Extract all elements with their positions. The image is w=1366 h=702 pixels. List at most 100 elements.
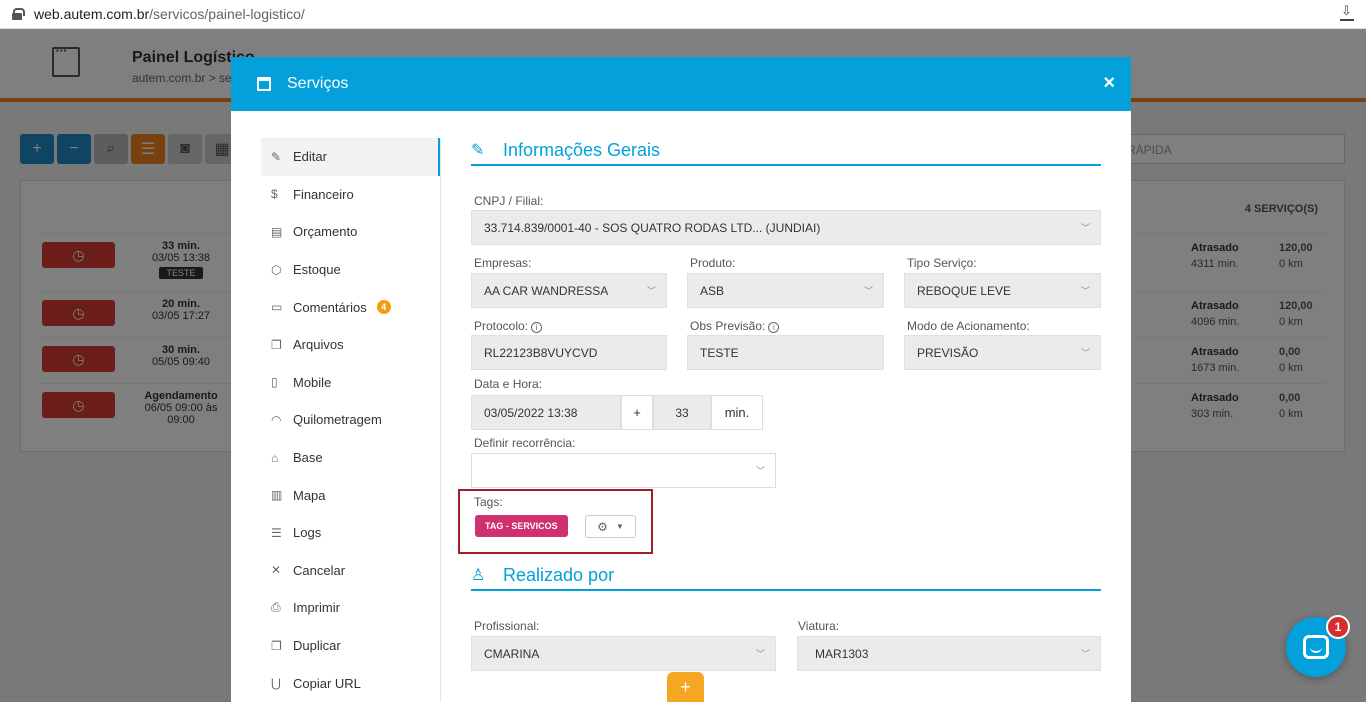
- sidebar-item-orcamento[interactable]: ▤ Orçamento: [261, 213, 441, 251]
- chevron-down-icon: ﹀: [646, 286, 656, 296]
- sidebar-item-quilometragem[interactable]: ◠ Quilometragem: [261, 401, 441, 439]
- protocolo-value: RL22123B8VUYCVD: [484, 345, 598, 360]
- sidebar-item-label: Base: [293, 450, 323, 466]
- download-icon[interactable]: [1340, 3, 1354, 21]
- url-path: /servicos/painel-logistico/: [149, 6, 305, 22]
- sidebar-item-label: Financeiro: [293, 186, 354, 202]
- cnpj-select[interactable]: 33.714.839/0001-40 - SOS QUATRO RODAS LT…: [471, 210, 1101, 245]
- sidebar-item-label: Mobile: [293, 374, 332, 390]
- gear-icon: ⚙: [597, 519, 608, 534]
- sidebar-item-mapa[interactable]: ▥ Mapa: [261, 476, 441, 514]
- mobile-icon: ▯: [271, 375, 278, 390]
- caret-down-icon: ▼: [615, 522, 624, 531]
- sidebar-item-label: Duplicar: [293, 638, 341, 654]
- list-icon: ☰: [271, 525, 282, 540]
- sidebar-item-financeiro[interactable]: $ Financeiro: [261, 176, 441, 214]
- sidebar-item-comentarios[interactable]: ▭ Comentários 4: [261, 288, 441, 326]
- lock-icon: [12, 8, 25, 20]
- tag-pill[interactable]: TAG - SERVICOS: [475, 515, 568, 537]
- produto-label: Produto:: [690, 256, 736, 270]
- sidebar-item-arquivos[interactable]: ❐ Arquivos: [261, 326, 441, 364]
- magnet-icon: ⋃: [271, 676, 281, 691]
- produto-select[interactable]: ASB ﹀: [687, 273, 884, 308]
- tipo-servico-value: REBOQUE LEVE: [917, 283, 1012, 298]
- protocolo-field[interactable]: RL22123B8VUYCVD: [471, 335, 667, 370]
- produto-value: ASB: [700, 283, 725, 298]
- modo-acionamento-select[interactable]: PREVISÃO ﹀: [904, 335, 1101, 370]
- sidebar-item-label: Copiar URL: [293, 675, 361, 691]
- pencil-icon: ✎: [271, 149, 282, 164]
- empresas-select[interactable]: AA CAR WANDRESSA ﹀: [471, 273, 667, 308]
- section-title: Informações Gerais: [503, 139, 661, 160]
- sidebar-item-base[interactable]: ⌂ Base: [261, 439, 441, 477]
- sidebar-item-cancelar[interactable]: ✕ Cancelar: [261, 552, 441, 590]
- url-host: web.autem.com.br: [34, 6, 150, 22]
- calendar-icon: [257, 77, 271, 91]
- sidebar-item-label: Logs: [293, 525, 322, 541]
- recorrencia-label: Definir recorrência:: [474, 436, 576, 450]
- sidebar-item-label: Imprimir: [293, 600, 340, 616]
- section-title: Realizado por: [503, 564, 615, 585]
- minutes-field[interactable]: 33: [653, 395, 711, 430]
- sidebar-item-label: Arquivos: [293, 337, 344, 353]
- tipo-servico-select[interactable]: REBOQUE LEVE ﹀: [904, 273, 1101, 308]
- browser-url-bar[interactable]: web.autem.com.br/servicos/painel-logisti…: [0, 0, 1366, 29]
- box-icon: ⬡: [271, 262, 282, 277]
- sidebar-item-label: Comentários: [293, 299, 367, 315]
- viatura-value: MAR1303: [815, 646, 869, 661]
- info-icon[interactable]: i: [531, 322, 543, 333]
- data-hora-field[interactable]: 03/05/2022 13:38: [471, 395, 621, 430]
- sidebar-item-duplicar[interactable]: ❐ Duplicar: [261, 627, 441, 665]
- chevron-down-icon: ﹀: [863, 286, 873, 296]
- chevron-down-icon: ﹀: [755, 649, 765, 659]
- tags-settings-button[interactable]: ⚙ ▼: [585, 515, 636, 538]
- home-icon: ⌂: [271, 450, 279, 465]
- sidebar-item-logs[interactable]: ☰ Logs: [261, 514, 441, 552]
- sidebar-item-label: Orçamento: [293, 224, 358, 240]
- minutes-unit-addon: min.: [711, 395, 763, 430]
- chevron-down-icon: ﹀: [1080, 223, 1090, 233]
- plus-addon: +: [621, 395, 653, 430]
- sidebar-item-estoque[interactable]: ⬡ Estoque: [261, 251, 441, 289]
- tipo-servico-label: Tipo Serviço:: [907, 256, 977, 270]
- recorrencia-select[interactable]: ﹀: [471, 453, 776, 488]
- obs-previsao-field[interactable]: TESTE: [687, 335, 884, 370]
- gauge-icon: ◠: [271, 412, 282, 427]
- modo-acionamento-label: Modo de Acionamento:: [907, 319, 1030, 333]
- pencil-icon: ✎: [471, 142, 485, 159]
- sidebar-item-label: Quilometragem: [293, 412, 382, 428]
- files-icon: ❐: [271, 337, 282, 352]
- sidebar-divider: [440, 138, 441, 702]
- viatura-select[interactable]: MAR1303 ﹀: [797, 636, 1101, 671]
- comment-icon: ▭: [271, 300, 283, 315]
- sidebar-item-copiar-url[interactable]: ⋃ Copiar URL: [261, 664, 441, 702]
- obs-previsao-label: Obs Previsão: i: [690, 319, 780, 333]
- document-icon: ▤: [271, 224, 283, 239]
- obs-previsao-value: TESTE: [700, 345, 739, 360]
- add-floating-button[interactable]: +: [667, 672, 704, 702]
- sidebar-item-mobile[interactable]: ▯ Mobile: [261, 364, 441, 402]
- minutes-value: 33: [675, 405, 689, 420]
- user-icon: ♙: [471, 567, 486, 584]
- cnpj-label: CNPJ / Filial:: [474, 194, 544, 208]
- profissional-select[interactable]: CMARINA ﹀: [471, 636, 776, 671]
- modal-sidebar: ✎ Editar $ Financeiro ▤ Orçamento ⬡ Estoque …: [261, 138, 441, 702]
- empresas-value: AA CAR WANDRESSA: [484, 283, 609, 298]
- chevron-down-icon: ﹀: [1080, 286, 1090, 296]
- cnpj-value: 33.714.839/0001-40 - SOS QUATRO RODAS LT…: [484, 220, 821, 235]
- sidebar-item-editar[interactable]: ✎ Editar: [261, 138, 441, 176]
- close-button[interactable]: ×: [1103, 72, 1115, 95]
- chat-icon: [1303, 635, 1329, 659]
- info-icon[interactable]: i: [768, 322, 780, 333]
- chevron-down-icon: ﹀: [1080, 348, 1090, 358]
- section-realizado-por: ♙ Realizado por: [471, 561, 1101, 591]
- services-modal: Serviços × ✎ Editar $ Financeiro ▤ Orçament…: [231, 57, 1131, 702]
- dollar-icon: $: [271, 187, 278, 202]
- sidebar-item-label: Editar: [293, 149, 327, 165]
- sidebar-item-label: Cancelar: [293, 562, 346, 578]
- sidebar-item-imprimir[interactable]: ⎙ Imprimir: [261, 589, 441, 627]
- map-icon: ▥: [271, 488, 283, 503]
- printer-icon: ⎙: [271, 600, 281, 615]
- chevron-down-icon: ﹀: [1080, 649, 1090, 659]
- url-text[interactable]: web.autem.com.br/servicos/painel-logisti…: [34, 6, 305, 22]
